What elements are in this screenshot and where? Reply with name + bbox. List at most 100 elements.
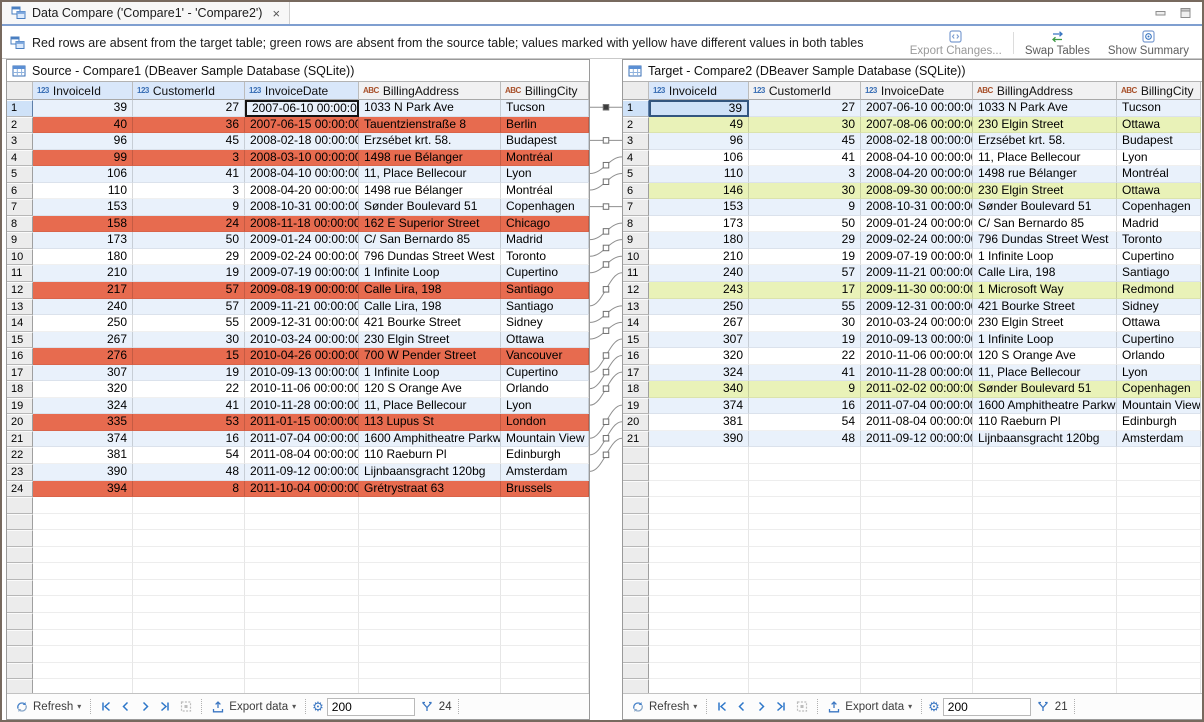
- empty-cell[interactable]: [1117, 613, 1201, 630]
- cell[interactable]: Sidney: [1117, 299, 1201, 316]
- empty-cell[interactable]: [33, 530, 133, 547]
- empty-row-header[interactable]: [623, 630, 649, 647]
- cell[interactable]: 50: [749, 216, 861, 233]
- empty-cell[interactable]: [1117, 547, 1201, 564]
- row-header[interactable]: 8: [623, 216, 649, 233]
- cell[interactable]: Cupertino: [1117, 249, 1201, 266]
- empty-cell[interactable]: [133, 514, 245, 531]
- empty-cell[interactable]: [861, 613, 973, 630]
- empty-cell[interactable]: [33, 663, 133, 680]
- cell[interactable]: 276: [33, 348, 133, 365]
- cell[interactable]: 9: [133, 199, 245, 216]
- cell[interactable]: 9: [749, 381, 861, 398]
- empty-cell[interactable]: [649, 530, 749, 547]
- row-header[interactable]: 4: [623, 150, 649, 167]
- empty-cell[interactable]: [973, 580, 1117, 597]
- cell[interactable]: 307: [33, 365, 133, 382]
- empty-cell[interactable]: [33, 497, 133, 514]
- next-row-button[interactable]: [753, 699, 770, 714]
- row-header[interactable]: 16: [623, 348, 649, 365]
- empty-row-header[interactable]: [623, 679, 649, 693]
- empty-row-header[interactable]: [7, 596, 33, 613]
- cell[interactable]: 30: [749, 117, 861, 134]
- empty-cell[interactable]: [973, 679, 1117, 693]
- empty-cell[interactable]: [133, 663, 245, 680]
- cell[interactable]: 2009-02-24 00:00:00: [861, 232, 973, 249]
- empty-row-header[interactable]: [623, 497, 649, 514]
- row-header[interactable]: 19: [7, 398, 33, 415]
- cell[interactable]: 1498 rue Bélanger: [359, 183, 501, 200]
- cell[interactable]: 8: [133, 481, 245, 498]
- cell[interactable]: 19: [133, 365, 245, 382]
- cell[interactable]: 17: [749, 282, 861, 299]
- previous-row-button[interactable]: [117, 699, 134, 714]
- cell[interactable]: 243: [649, 282, 749, 299]
- cell[interactable]: 250: [649, 299, 749, 316]
- empty-cell[interactable]: [359, 547, 501, 564]
- cell[interactable]: 22: [749, 348, 861, 365]
- cell[interactable]: 2011-07-04 00:00:00: [861, 398, 973, 415]
- row-header[interactable]: 15: [623, 332, 649, 349]
- cell[interactable]: 24: [133, 216, 245, 233]
- cell[interactable]: 27: [749, 100, 861, 117]
- empty-cell[interactable]: [245, 497, 359, 514]
- empty-cell[interactable]: [861, 679, 973, 693]
- empty-cell[interactable]: [861, 663, 973, 680]
- cell[interactable]: 2011-08-04 00:00:00: [245, 447, 359, 464]
- empty-cell[interactable]: [649, 563, 749, 580]
- cell[interactable]: 48: [133, 464, 245, 481]
- cell[interactable]: Madrid: [1117, 216, 1201, 233]
- row-header[interactable]: 18: [623, 381, 649, 398]
- row-header[interactable]: 2: [623, 117, 649, 134]
- cell[interactable]: 39: [33, 100, 133, 117]
- cell[interactable]: Orlando: [501, 381, 589, 398]
- row-header[interactable]: 15: [7, 332, 33, 349]
- empty-row-header[interactable]: [7, 580, 33, 597]
- empty-cell[interactable]: [749, 563, 861, 580]
- empty-cell[interactable]: [649, 481, 749, 498]
- first-row-button[interactable]: [97, 699, 114, 714]
- cell[interactable]: 41: [133, 398, 245, 415]
- cell[interactable]: Toronto: [501, 249, 589, 266]
- row-header[interactable]: 19: [623, 398, 649, 415]
- cell[interactable]: 2009-12-31 00:00:00: [245, 315, 359, 332]
- cell[interactable]: 16: [749, 398, 861, 415]
- empty-cell[interactable]: [973, 497, 1117, 514]
- cell[interactable]: 41: [133, 166, 245, 183]
- cell[interactable]: 41: [749, 365, 861, 382]
- cell[interactable]: 2007-08-06 00:00:00: [861, 117, 973, 134]
- cell[interactable]: 240: [33, 299, 133, 316]
- cell[interactable]: 55: [749, 299, 861, 316]
- empty-cell[interactable]: [973, 630, 1117, 647]
- cell[interactable]: Grétrystraat 63: [359, 481, 501, 498]
- empty-cell[interactable]: [861, 464, 973, 481]
- cell[interactable]: 230 Elgin Street: [973, 117, 1117, 134]
- cell[interactable]: 796 Dundas Street West: [973, 232, 1117, 249]
- row-header[interactable]: 17: [7, 365, 33, 382]
- cell[interactable]: 27: [133, 100, 245, 117]
- empty-cell[interactable]: [649, 679, 749, 693]
- empty-cell[interactable]: [861, 547, 973, 564]
- cell[interactable]: 15: [133, 348, 245, 365]
- empty-cell[interactable]: [33, 596, 133, 613]
- empty-cell[interactable]: [1117, 630, 1201, 647]
- empty-cell[interactable]: [649, 497, 749, 514]
- export-data-button[interactable]: Export data ▾: [208, 698, 299, 716]
- empty-cell[interactable]: [359, 679, 501, 693]
- cell[interactable]: 40: [33, 117, 133, 134]
- row-header[interactable]: 10: [7, 249, 33, 266]
- cell[interactable]: 2009-11-30 00:00:00: [861, 282, 973, 299]
- empty-cell[interactable]: [1117, 663, 1201, 680]
- cell[interactable]: 153: [33, 199, 133, 216]
- cell[interactable]: Ottawa: [1117, 117, 1201, 134]
- cell[interactable]: Amsterdam: [1117, 431, 1201, 448]
- empty-cell[interactable]: [33, 646, 133, 663]
- cell[interactable]: Tauentzienstraße 8: [359, 117, 501, 134]
- cell[interactable]: Santiago: [501, 299, 589, 316]
- focus-row-button-disabled[interactable]: [793, 699, 811, 714]
- cell[interactable]: 9: [749, 199, 861, 216]
- empty-cell[interactable]: [359, 630, 501, 647]
- cell[interactable]: 250: [33, 315, 133, 332]
- cell[interactable]: Lyon: [1117, 150, 1201, 167]
- empty-row-header[interactable]: [7, 563, 33, 580]
